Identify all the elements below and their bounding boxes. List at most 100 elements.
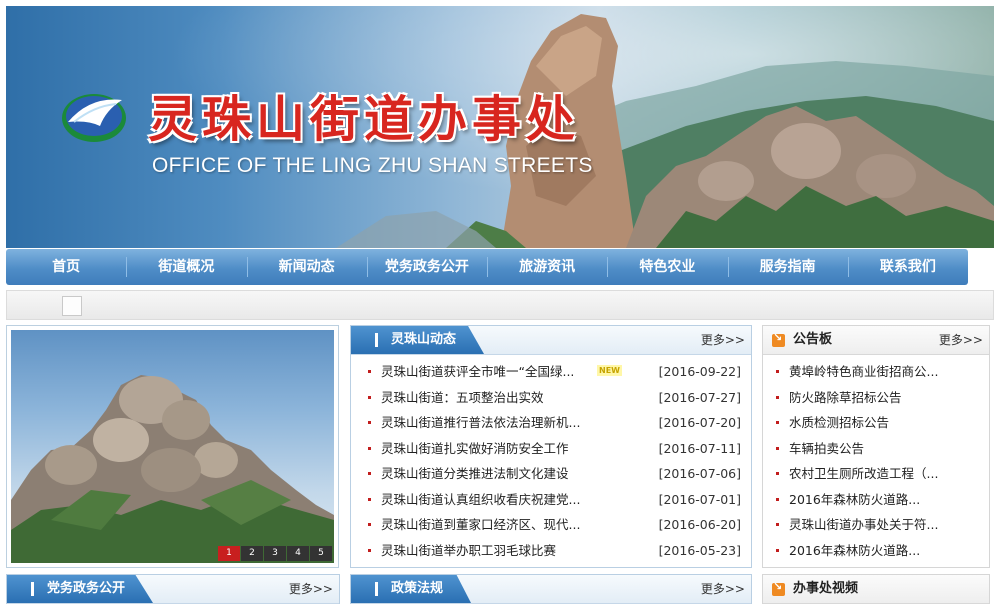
policy-title: 政策法规 (391, 581, 444, 596)
nav-item-news[interactable]: 新闻动态 (246, 249, 367, 285)
broken-image-icon (62, 296, 82, 316)
bullet-icon (776, 446, 779, 450)
news-panel-title: 灵珠山动态 (391, 332, 457, 347)
news-item[interactable]: 灵珠山街道获评全市唯一“全国绿... NEW [2016-09-22] (351, 359, 751, 385)
policy-more-link[interactable]: 更多>> (701, 575, 745, 603)
news-date: [2016-07-27] (658, 389, 741, 405)
nav-item-agriculture[interactable]: 特色农业 (607, 249, 727, 285)
bullet-icon (368, 548, 371, 552)
bullet-icon (776, 472, 779, 475)
notice-more-link[interactable]: 更多>> (939, 326, 983, 354)
tab-marker-icon (31, 582, 34, 596)
bullet-icon (776, 497, 779, 501)
nav-item-contact[interactable]: 联系我们 (847, 249, 968, 285)
notice-title[interactable]: 农村卫生厕所改造工程（... (789, 466, 938, 481)
policy-tab[interactable]: 政策法规 (351, 575, 472, 603)
bullet-icon (368, 421, 371, 424)
nav-item-tourism[interactable]: 旅游资讯 (487, 249, 607, 285)
news-date: [2016-05-23] (658, 542, 741, 558)
nav-item-public-affairs[interactable]: 党务政务公开 (366, 249, 487, 285)
news-title[interactable]: 灵珠山街道推行普法依法治理新机... (381, 415, 580, 430)
news-date: [2016-07-01] (658, 491, 741, 507)
main-nav: 首页 街道概况 新闻动态 党务政务公开 旅游资讯 特色农业 服务指南 联系我们 (6, 249, 968, 285)
nav-item-service-guide[interactable]: 服务指南 (727, 249, 848, 285)
news-title[interactable]: 灵珠山街道获评全市唯一“全国绿... (381, 364, 574, 379)
bullet-icon (368, 370, 371, 373)
site-title: 灵珠山街道办事处 (148, 90, 581, 148)
notice-title[interactable]: 车辆拍卖公告 (789, 441, 864, 456)
notice-item[interactable]: 水质检测招标公告 (763, 410, 989, 436)
news-item[interactable]: 灵珠山街道举办职工羽毛球比赛 [2016-05-23] (351, 538, 751, 564)
slide-3-button[interactable]: 3 (264, 546, 286, 561)
news-item[interactable]: 灵珠山街道推行普法依法治理新机... [2016-07-20] (351, 410, 751, 436)
news-list: 灵珠山街道获评全市唯一“全国绿... NEW [2016-09-22] 灵珠山街道：… (351, 355, 751, 563)
news-date: [2016-06-20] (658, 517, 741, 532)
notice-item[interactable]: 车辆拍卖公告 (763, 436, 989, 462)
news-item[interactable]: 灵珠山街道认真组织收看庆祝建党... [2016-07-01] (351, 487, 751, 513)
nav-item-overview[interactable]: 街道概况 (126, 249, 246, 285)
arrow-icon (772, 580, 785, 596)
notice-title[interactable]: 灵珠山街道办事处关于符... (789, 517, 938, 532)
news-title[interactable]: 灵珠山街道到董家口经济区、现代... (381, 517, 580, 532)
slider-image[interactable]: 1 2 3 4 5 (11, 330, 334, 563)
notice-item[interactable]: 黄埠岭特色商业街招商公... (763, 359, 989, 385)
rock-mountain-photo (11, 375, 334, 563)
notice-panel-header: 公告板 更多>> (763, 326, 989, 355)
notice-title[interactable]: 黄埠岭特色商业街招商公... (789, 364, 938, 379)
tab-marker-icon (375, 333, 378, 347)
public-affairs-tab[interactable]: 党务政务公开 (7, 575, 154, 603)
bullet-icon (776, 548, 779, 552)
slide-5-button[interactable]: 5 (310, 546, 332, 561)
notice-title[interactable]: 防火路除草招标公告 (789, 390, 902, 405)
bullet-icon (776, 421, 779, 424)
slide-2-button[interactable]: 2 (241, 546, 263, 561)
bullet-icon (776, 523, 779, 526)
notice-item[interactable]: 灵珠山街道办事处关于符... (763, 512, 989, 538)
notice-item[interactable]: 防火路除草招标公告 (763, 385, 989, 411)
arrow-icon (772, 331, 785, 347)
bullet-icon (776, 395, 779, 399)
news-date: [2016-07-20] (658, 415, 741, 430)
news-title[interactable]: 灵珠山街道认真组织收看庆祝建党... (381, 492, 580, 507)
news-panel: 灵珠山动态 更多>> 灵珠山街道获评全市唯一“全国绿... NEW [2016-09… (350, 325, 752, 568)
news-title[interactable]: 灵珠山街道举办职工羽毛球比赛 (381, 543, 556, 558)
public-affairs-more-link[interactable]: 更多>> (289, 575, 333, 603)
bullet-icon (368, 497, 371, 501)
new-badge: NEW (597, 365, 622, 376)
news-panel-tab[interactable]: 灵珠山动态 (351, 326, 485, 354)
photo-slider: 1 2 3 4 5 (6, 325, 339, 568)
bullet-icon (368, 446, 371, 450)
notice-title[interactable]: 2016年森林防火道路... (789, 543, 920, 558)
news-title[interactable]: 灵珠山街道分类推进法制文化建设 (381, 466, 569, 481)
tab-marker-icon (375, 582, 378, 596)
header-banner: 灵珠山街道办事处 OFFICE OF THE LING ZHU SHAN STR… (6, 6, 994, 248)
notice-item[interactable]: 2016年森林防火道路... (763, 538, 989, 564)
notice-list: 黄埠岭特色商业街招商公... 防火路除草招标公告 水质检测招标公告 车辆拍卖公告… (763, 355, 989, 563)
news-title[interactable]: 灵珠山街道：五项整治出实效 (381, 390, 544, 405)
slide-1-button[interactable]: 1 (218, 546, 240, 561)
news-item[interactable]: 灵珠山街道到董家口经济区、现代... [2016-06-20] (351, 512, 751, 538)
news-item[interactable]: 灵珠山街道扎实做好消防安全工作 [2016-07-11] (351, 436, 751, 462)
bullet-icon (368, 395, 371, 399)
site-subtitle: OFFICE OF THE LING ZHU SHAN STREETS (152, 154, 593, 177)
logo-icon (60, 92, 128, 147)
public-affairs-title: 党务政务公开 (47, 581, 126, 596)
news-more-link[interactable]: 更多>> (701, 326, 745, 354)
slide-4-button[interactable]: 4 (287, 546, 309, 561)
news-panel-header: 灵珠山动态 更多>> (351, 326, 751, 355)
news-title[interactable]: 灵珠山街道扎实做好消防安全工作 (381, 441, 569, 456)
notice-item[interactable]: 2016年森林防火道路... (763, 487, 989, 513)
news-item[interactable]: 灵珠山街道：五项整治出实效 [2016-07-27] (351, 385, 751, 411)
notice-panel-title: 公告板 (793, 332, 833, 347)
nav-item-home[interactable]: 首页 (6, 249, 126, 285)
slider-pagination: 1 2 3 4 5 (218, 546, 332, 561)
news-date: [2016-09-22] (658, 364, 741, 379)
news-item[interactable]: 灵珠山街道分类推进法制文化建设 [2016-07-06] (351, 461, 751, 487)
bullet-icon (368, 523, 371, 526)
news-date: [2016-07-11] (658, 440, 741, 456)
notice-title[interactable]: 2016年森林防火道路... (789, 492, 920, 507)
notice-title[interactable]: 水质检测招标公告 (789, 415, 889, 430)
notice-item[interactable]: 农村卫生厕所改造工程（... (763, 461, 989, 487)
video-title: 办事处视频 (793, 581, 859, 596)
news-date: [2016-07-06] (658, 466, 741, 481)
